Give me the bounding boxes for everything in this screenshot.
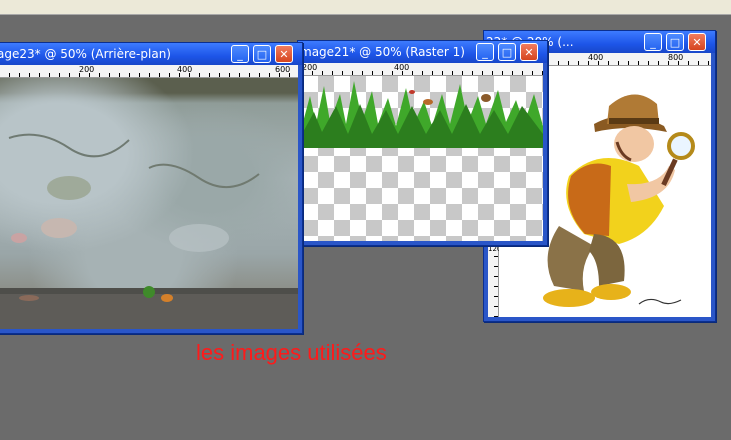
window-titlebar[interactable]: mage21* @ 50% (Raster 1) _ □ ✕ [298,41,547,63]
ruler-label: 400 [394,63,410,72]
maximize-button[interactable]: □ [666,33,684,51]
ruler-label: 200 [302,63,318,72]
ruler-label: 400 [177,65,193,74]
caption-text: les images utilisées [196,340,387,365]
window-title: mage21* @ 50% (Raster 1) [300,45,465,59]
ruler-label: 600 [275,65,291,74]
horizontal-ruler: 200 400 600 [0,65,298,78]
close-button[interactable]: ✕ [275,45,293,63]
image-window-23[interactable]: age23* @ 50% (Arrière-plan) _ □ ✕ 200 40… [0,42,303,334]
app-menu-strip [0,0,731,15]
close-button[interactable]: ✕ [688,33,706,51]
minimize-button[interactable]: _ [476,43,494,61]
grass-layer-image [302,81,543,148]
minimize-button[interactable]: _ [231,45,249,63]
image-canvas[interactable] [0,78,298,329]
maximize-button[interactable]: □ [253,45,271,63]
ruler-label: 400 [588,53,604,62]
minimize-button[interactable]: _ [644,33,662,51]
ruler-label: 800 [668,53,684,62]
close-button[interactable]: ✕ [520,43,538,61]
window-title: age23* @ 50% (Arrière-plan) [0,47,171,61]
wall-photo-image [0,133,298,329]
ruler-label: 200 [79,65,95,74]
horizontal-ruler: 200 400 [302,63,543,76]
maximize-button[interactable]: □ [498,43,516,61]
image-canvas[interactable] [302,76,543,241]
window-titlebar[interactable]: age23* @ 50% (Arrière-plan) _ □ ✕ [0,43,302,65]
image-window-21[interactable]: mage21* @ 50% (Raster 1) _ □ ✕ 200 400 [297,40,548,246]
